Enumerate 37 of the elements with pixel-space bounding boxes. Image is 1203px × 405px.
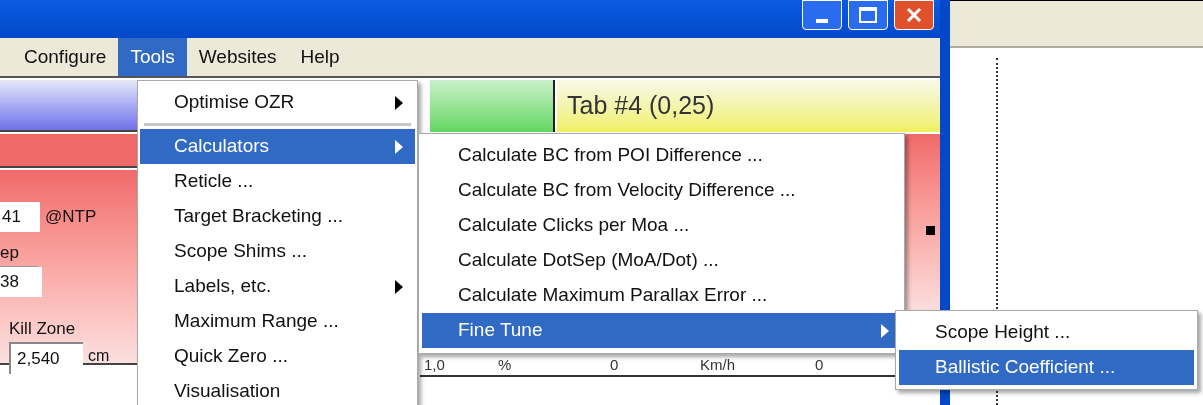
maximize-button[interactable] [848,0,888,30]
menu-item[interactable]: Calculate BC from Velocity Difference ... [422,173,901,208]
square-marker-icon [926,226,935,235]
menu-item[interactable]: Optimise OZR [140,85,415,120]
unit-label: @NTP [45,206,97,228]
table-cell-text: 1,0 [424,355,445,375]
menu-item[interactable]: Scope Shims ... [140,234,415,269]
menu-item[interactable]: Calculators [140,129,415,164]
menu-bar-item[interactable]: Help [288,38,352,76]
number-field[interactable]: 2,540 [9,342,83,374]
menu-item[interactable]: Maximum Range ... [140,304,415,339]
number-field[interactable]: 38 [0,267,42,297]
tab-header[interactable]: Tab #4 (0,25) [557,80,940,132]
table-cell-text: Km/h [700,355,735,375]
menu-item[interactable]: Visualisation [140,374,415,405]
menu-item[interactable]: Calculate Clicks per Moa ... [422,208,901,243]
close-button[interactable] [894,0,934,30]
menu-item[interactable]: Ballistic Coefficient ... [899,350,1194,385]
minimize-button[interactable] [802,0,842,30]
menu-item[interactable]: Calculate DotSep (MoA/Dot) ... [422,243,901,278]
menu-bar-item[interactable]: Websites [186,38,289,76]
number-field[interactable]: 41 [0,202,40,232]
table-cell-text: 0 [815,355,824,375]
menu-item[interactable]: Target Bracketing ... [140,199,415,234]
menu-item[interactable]: Quick Zero ... [140,339,415,374]
field-label: Kill Zone [9,318,76,340]
menu-item[interactable]: Calculate BC from POI Difference ... [422,138,901,173]
table-cell-text: % [498,355,512,375]
menu-item[interactable]: Labels, etc. [140,269,415,304]
menu-item[interactable]: Reticle ... [140,164,415,199]
table-cell-text: 0 [610,355,619,375]
menu-item[interactable]: Scope Height ... [899,315,1194,350]
menu-bar-item[interactable]: Configure [12,38,119,76]
close-icon [906,8,922,22]
menu-item[interactable]: Calculate Maximum Parallax Error ... [422,278,901,313]
menu-bar-item[interactable]: Tools [118,38,187,76]
unit-label: cm [88,346,110,366]
